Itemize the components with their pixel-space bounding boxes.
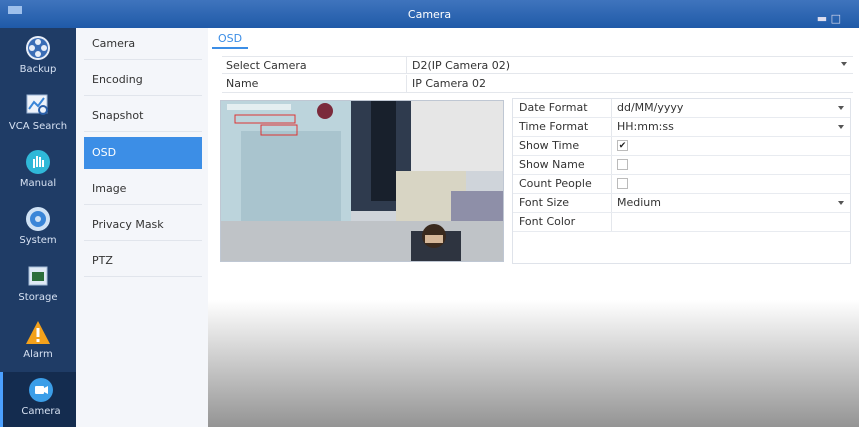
nav-label: Backup [19, 64, 57, 75]
camera-sub-navigation: Camera Encoding Snapshot OSD Image Priva… [76, 28, 208, 427]
chevron-down-icon[interactable] [841, 62, 847, 66]
subnav-item-ptz[interactable]: PTZ [84, 245, 202, 277]
select-camera-dropdown[interactable]: D2(IP Camera 02) [412, 59, 510, 72]
column-divider [611, 137, 612, 155]
nav-label: Camera [21, 406, 61, 417]
camera-preview-image [221, 101, 503, 261]
time-format-row[interactable]: Time Format HH:mm:ss [513, 118, 850, 137]
nav-storage[interactable]: Storage [0, 258, 76, 314]
storage-icon [28, 266, 48, 286]
subnav-item-privacy-mask[interactable]: Privacy Mask [84, 209, 202, 241]
nav-system[interactable]: System [0, 201, 76, 257]
time-format-dropdown[interactable]: HH:mm:ss [617, 120, 674, 133]
camera-preview[interactable] [220, 100, 504, 262]
date-format-row[interactable]: Date Format dd/MM/yyyy [513, 99, 850, 118]
hand-icon [26, 150, 50, 174]
show-name-label: Show Name [519, 158, 585, 171]
time-format-label: Time Format [519, 120, 589, 133]
subnav-item-encoding[interactable]: Encoding [84, 64, 202, 96]
nav-label: Alarm [23, 349, 53, 360]
tab-osd[interactable]: OSD [212, 30, 249, 49]
name-label: Name [226, 77, 259, 90]
count-people-label: Count People [519, 177, 592, 190]
show-name-row: Show Name [513, 156, 850, 175]
date-format-label: Date Format [519, 101, 588, 114]
font-color-row[interactable]: Font Color [513, 213, 850, 232]
date-format-dropdown[interactable]: dd/MM/yyyy [617, 101, 683, 114]
nav-backup[interactable]: Backup [0, 30, 76, 86]
window-title: Camera [407, 8, 452, 21]
select-camera-row[interactable]: Select Camera D2(IP Camera 02) [222, 56, 853, 74]
nav-label: Storage [18, 292, 58, 303]
window-title-bar: Camera ▬ □ [0, 0, 859, 28]
column-divider [611, 118, 612, 136]
main-content: OSD Select Camera D2(IP Camera 02) Name … [208, 28, 859, 427]
count-people-row: Count People [513, 175, 850, 194]
nav-alarm[interactable]: Alarm [0, 315, 76, 371]
select-camera-label: Select Camera [226, 59, 307, 72]
chevron-down-icon[interactable] [838, 125, 844, 129]
warning-icon [26, 321, 50, 344]
font-size-label: Font Size [519, 196, 570, 209]
column-divider [611, 175, 612, 193]
nav-label: VCA Search [8, 121, 68, 132]
main-navigation: Backup VCA Search Manual System Storage [0, 28, 76, 427]
show-time-label: Show Time [519, 139, 580, 152]
chevron-down-icon[interactable] [838, 201, 844, 205]
font-size-row[interactable]: Font Size Medium [513, 194, 850, 213]
app-logo [8, 6, 22, 14]
nav-vca-search[interactable]: VCA Search [0, 87, 76, 143]
subnav-item-camera[interactable]: Camera [84, 28, 202, 60]
nav-camera[interactable]: Camera [0, 372, 76, 427]
column-divider [611, 213, 612, 231]
subnav-item-image[interactable]: Image [84, 173, 202, 205]
subnav-item-osd[interactable]: OSD [84, 137, 202, 169]
gear-icon [26, 207, 50, 231]
nav-manual[interactable]: Manual [0, 144, 76, 200]
subnav-item-snapshot[interactable]: Snapshot [84, 100, 202, 132]
camera-icon [29, 378, 53, 402]
column-divider [611, 156, 612, 174]
show-time-row: Show Time ✔ [513, 137, 850, 156]
nav-label: System [19, 235, 57, 246]
column-divider [611, 99, 612, 117]
show-name-checkbox[interactable] [617, 159, 628, 170]
nav-label: Manual [19, 178, 57, 189]
column-divider [611, 194, 612, 212]
font-size-dropdown[interactable]: Medium [617, 196, 661, 209]
osd-settings-table: Date Format dd/MM/yyyy Time Format HH:mm… [512, 98, 851, 264]
name-field[interactable]: IP Camera 02 [412, 77, 486, 90]
column-divider [406, 75, 407, 92]
column-divider [406, 57, 407, 73]
film-reel-icon [26, 36, 50, 60]
font-color-label: Font Color [519, 215, 576, 228]
chart-search-icon [26, 94, 48, 115]
name-row: Name IP Camera 02 [222, 75, 853, 93]
count-people-checkbox[interactable] [617, 178, 628, 189]
chevron-down-icon[interactable] [838, 106, 844, 110]
show-time-checkbox[interactable]: ✔ [617, 140, 628, 151]
